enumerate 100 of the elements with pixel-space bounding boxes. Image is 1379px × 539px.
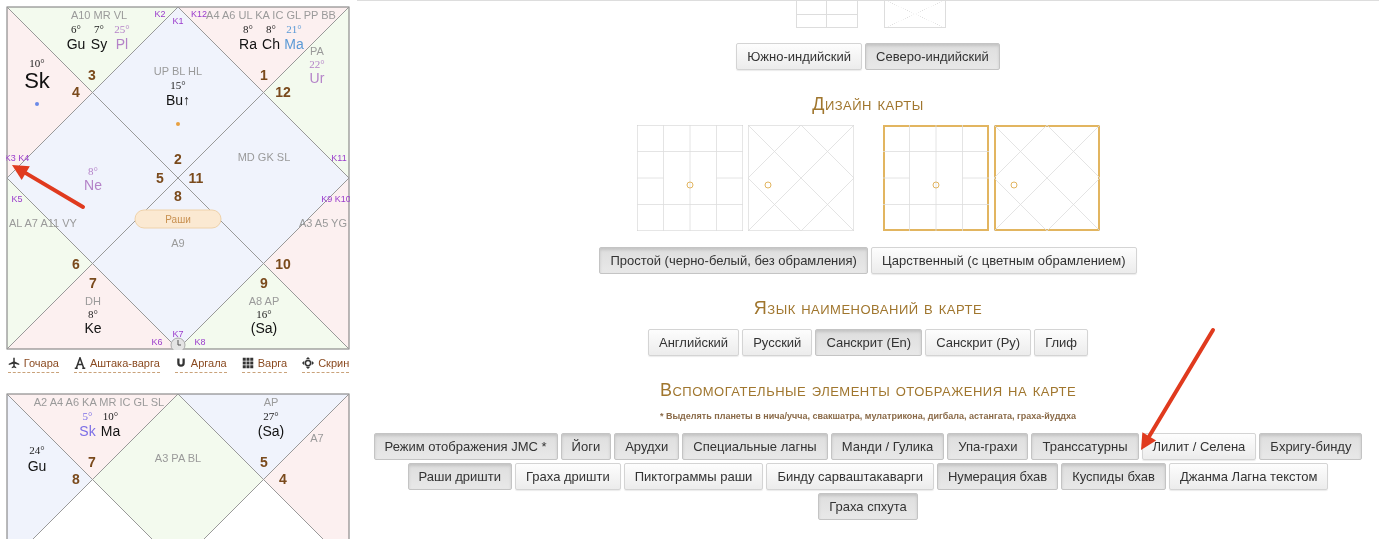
note-text: * Выделять планеты в нича/учча, свакшатра, мулатрикона, дигбала, астангата, граха-йуддха — [659, 411, 1077, 421]
section-heading: Вспомогательные элементы отображения на карте — [659, 380, 1077, 401]
planet-name: Ke — [84, 320, 102, 336]
grid-icon — [241, 357, 254, 369]
sign-number: 5 — [260, 454, 268, 470]
planet-degree: 15° — [170, 79, 186, 91]
planet-name: Ma — [100, 423, 121, 439]
chart-preview — [884, 1, 946, 28]
planet-degree: 22° — [309, 58, 325, 70]
option-button[interactable]: Нумерация бхав — [936, 463, 1059, 490]
option-button[interactable]: Южно-индийский — [736, 43, 863, 70]
chart-link[interactable]: Аргала — [190, 357, 227, 369]
arudha-labels: A7 — [310, 432, 324, 444]
section-heading: Язык наименований в карте — [753, 298, 983, 319]
planet-name: Sy — [90, 36, 108, 52]
arudha-labels: A2 A4 A6 KA MR IC GL SL — [33, 396, 165, 408]
planet-degree: 10° — [29, 57, 45, 69]
option-button[interactable]: Куспиды бхав — [1061, 463, 1166, 490]
arudha-labels: A3 PA BL — [154, 452, 202, 464]
planet-name: Sk — [79, 423, 96, 439]
section-heading: Дизайн карты — [812, 94, 924, 115]
planet-name: Ne — [84, 177, 102, 193]
cusp-label: K7 — [172, 329, 184, 339]
sign-number: 4 — [279, 471, 287, 487]
option-button[interactable]: Режим отображения JMC * — [373, 433, 558, 460]
sign-number: 3 — [88, 67, 96, 83]
planet-name: Ur — [309, 70, 325, 86]
planet-name: Ma — [284, 36, 304, 52]
chart-link[interactable]: Гочара — [23, 357, 59, 369]
option-button[interactable]: Манди / Гулика — [830, 433, 945, 460]
option-button[interactable]: Бхригу-бинду — [1259, 433, 1363, 460]
option-button[interactable]: Специальные лагны — [682, 433, 828, 460]
cusp-label: K12 — [191, 9, 207, 19]
option-button[interactable]: Русский — [742, 329, 813, 356]
option-button[interactable]: Северо-индийский — [865, 43, 1000, 70]
arudha-labels: A9 — [171, 237, 185, 249]
planet-degree: 8° — [266, 23, 276, 35]
chart-link[interactable]: Варга — [257, 357, 288, 369]
planet-degree: 7° — [94, 23, 104, 35]
cusp-label: K2 — [154, 9, 166, 19]
sign-number: 1 — [260, 67, 268, 83]
sign-number: 12 — [275, 84, 291, 100]
cusp-label: K8 — [194, 337, 206, 347]
option-button[interactable]: Бинду сарваштакаварги — [766, 463, 934, 490]
magnet-icon — [174, 357, 187, 369]
chart-link[interactable]: Скрин — [318, 357, 350, 369]
arudha-labels: A8 AP — [248, 295, 280, 307]
sign-number: 7 — [89, 275, 97, 291]
cusp-label: K9 K10 — [321, 194, 350, 204]
option-button[interactable]: Раши дришти — [407, 463, 512, 490]
crosshair-icon — [302, 357, 315, 369]
sign-number: 4 — [72, 84, 80, 100]
planet-name: Ch — [262, 36, 280, 52]
option-button[interactable]: Джанма Лагна текстом — [1168, 463, 1329, 490]
planet-name: Gu — [27, 458, 47, 474]
cusp-label: K6 — [151, 337, 163, 347]
option-button[interactable]: Граха спхута — [818, 493, 918, 520]
clock-icon — [170, 337, 186, 350]
option-button[interactable]: Арудхи — [614, 433, 680, 460]
option-button[interactable]: Английский — [648, 329, 740, 356]
arudha-labels: AP — [263, 396, 279, 408]
cusp-label: K1 — [172, 16, 184, 26]
option-button[interactable]: Йоги — [560, 433, 612, 460]
letter-icon — [73, 357, 86, 369]
arudha-labels: DH — [85, 295, 101, 307]
option-button[interactable]: Граха дришти — [515, 463, 621, 490]
planet-name: Ra — [239, 36, 257, 52]
planet-degree: 6° — [71, 23, 81, 35]
planet-name: Gu — [66, 36, 86, 52]
option-button[interactable]: Транссатурны — [1031, 433, 1139, 460]
sign-number: 7 — [88, 454, 96, 470]
option-button[interactable]: Глиф — [1034, 329, 1088, 356]
planet-degree: 8° — [88, 308, 98, 320]
cusp-label: K11 — [331, 153, 347, 163]
sign-number: 10 — [275, 256, 291, 272]
arudha-labels: A4 A6 UL KA IC GL PP BB — [206, 9, 336, 21]
sign-number: 8 — [174, 188, 182, 204]
option-button[interactable]: Царственный (с цветным обрамлением) — [870, 247, 1137, 274]
arudha-labels: MD GK SL — [237, 151, 291, 163]
option-button[interactable]: Санскрит (En) — [815, 329, 923, 356]
planet-degree: 25° — [114, 23, 130, 35]
option-button[interactable]: Санскрит (Ру) — [925, 329, 1032, 356]
arudha-labels: UP BL HL — [153, 65, 203, 77]
option-button[interactable]: Пиктограммы раши — [623, 463, 764, 490]
option-button[interactable]: Упа-грахи — [947, 433, 1029, 460]
planet-degree: 21° — [286, 23, 302, 35]
option-button[interactable]: Лилит / Селена — [1141, 433, 1257, 460]
sign-number: 5 — [156, 170, 164, 186]
planet-degree: 27° — [263, 410, 279, 422]
planet-name: Bu↑ — [165, 92, 191, 108]
planet-degree: 24° — [29, 444, 45, 456]
arudha-labels: A10 MR VL — [70, 9, 128, 21]
planet-degree: 16° — [256, 308, 272, 320]
chart-link[interactable]: Аштака-варга — [89, 357, 160, 369]
sign-number: 8 — [72, 471, 80, 487]
planet-name: (Sa) — [257, 423, 285, 439]
planet-name: Pl — [115, 36, 129, 52]
planet-name: (Sa) — [250, 320, 278, 336]
planet-degree: 8° — [88, 165, 98, 177]
option-button[interactable]: Простой (черно-белый, без обрамления) — [599, 247, 868, 274]
